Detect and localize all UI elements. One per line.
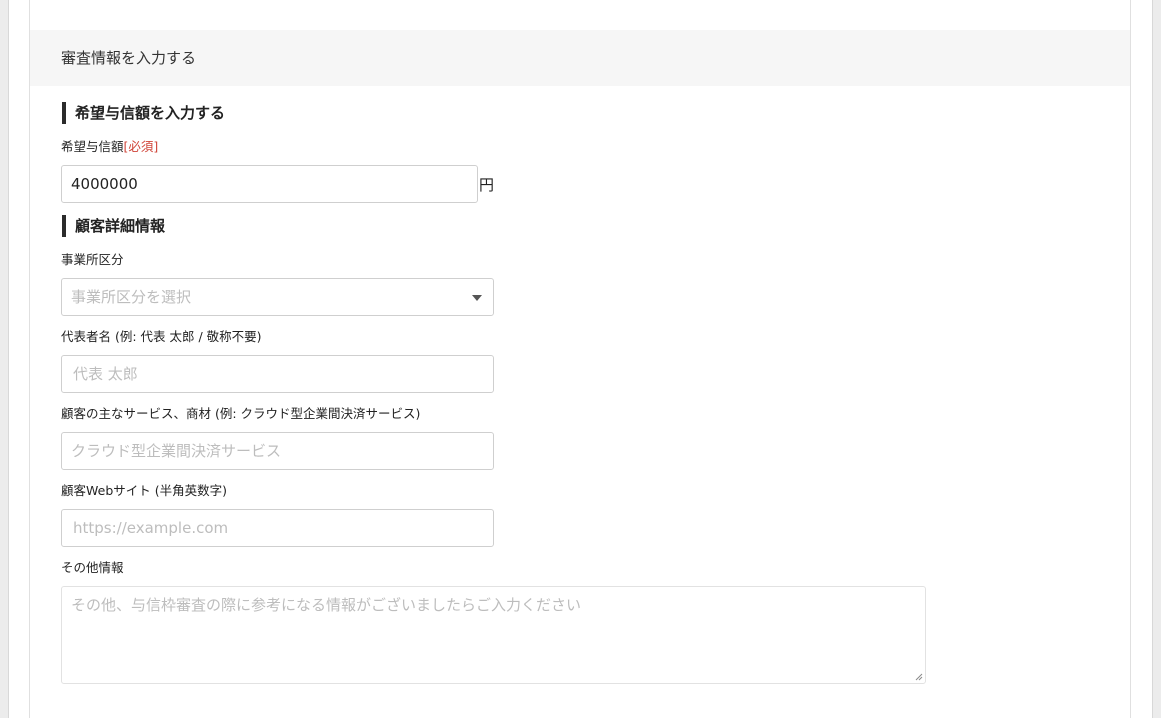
office-type-select[interactable]: 事業所区分を選択 <box>61 278 494 316</box>
service-input[interactable]: クラウド型企業間決済サービス <box>61 432 494 470</box>
other-info-label: その他情報 <box>61 560 124 575</box>
credit-amount-input[interactable]: 4000000 <box>61 165 478 203</box>
credit-amount-label-text: 希望与信額 <box>61 139 124 154</box>
representative-placeholder: 代表 太郎 <box>73 365 138 383</box>
website-input[interactable]: https://example.com <box>61 509 494 547</box>
required-badge: [必須] <box>123 139 159 154</box>
credit-amount-label: 希望与信額[必須] <box>61 139 158 155</box>
office-type-label: 事業所区分 <box>61 252 124 267</box>
credit-amount-value: 4000000 <box>71 175 138 193</box>
website-placeholder: https://example.com <box>73 519 229 537</box>
app-background: 審査情報を入力する 希望与信額を入力する 希望与信額[必須] 4000000 円… <box>0 0 1161 718</box>
other-info-textarea[interactable]: その他、与信枠審査の際に参考になる情報がございましたらご入力ください <box>61 586 926 684</box>
representative-input[interactable]: 代表 太郎 <box>61 355 494 393</box>
yen-unit: 円 <box>479 176 495 194</box>
office-type-placeholder: 事業所区分を選択 <box>71 288 192 306</box>
form-panel: 審査情報を入力する 希望与信額を入力する 希望与信額[必須] 4000000 円… <box>29 0 1131 718</box>
customer-details-heading: 顧客詳細情報 <box>62 215 165 237</box>
section-header: 審査情報を入力する <box>30 30 1130 86</box>
resize-handle-icon[interactable] <box>915 673 923 681</box>
section-title: 審査情報を入力する <box>61 49 197 67</box>
credit-heading: 希望与信額を入力する <box>62 102 225 124</box>
dropdown-arrow-icon <box>472 295 482 301</box>
service-label: 顧客の主なサービス、商材 (例: クラウド型企業間決済サービス) <box>61 406 421 421</box>
representative-label: 代表者名 (例: 代表 太郎 / 敬称不要) <box>61 329 262 344</box>
other-info-placeholder: その他、与信枠審査の際に参考になる情報がございましたらご入力ください <box>71 596 582 614</box>
service-placeholder: クラウド型企業間決済サービス <box>71 442 282 460</box>
website-label: 顧客Webサイト (半角英数字) <box>61 483 227 498</box>
page-container: 審査情報を入力する 希望与信額を入力する 希望与信額[必須] 4000000 円… <box>8 0 1153 718</box>
